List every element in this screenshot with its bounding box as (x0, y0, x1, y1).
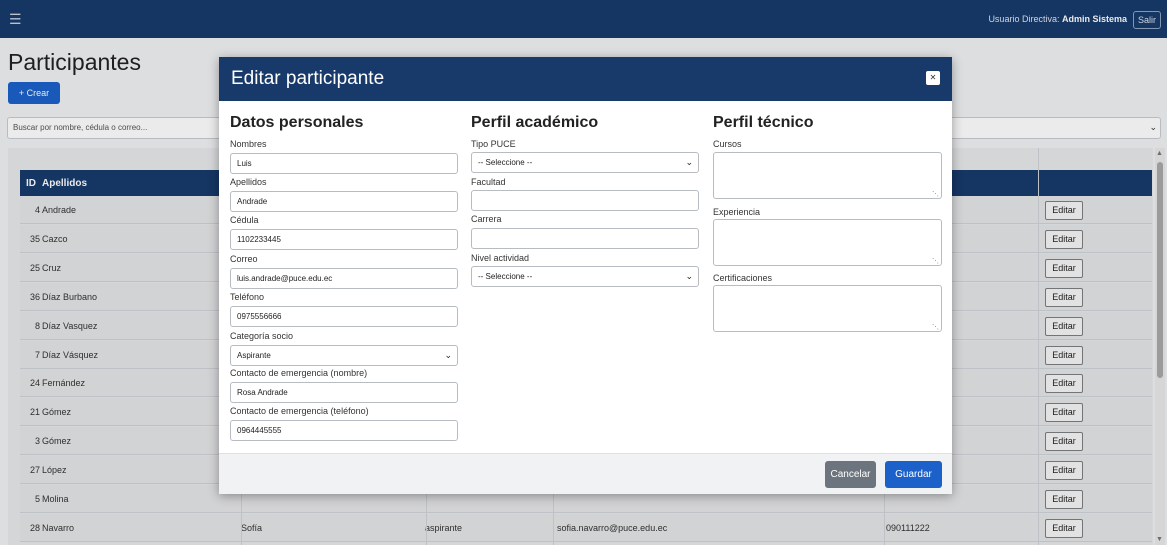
apellidos-label: Apellidos (230, 177, 267, 187)
edit-participant-modal: Editar participante ✕ Datos personales N… (219, 57, 952, 494)
facultad-label: Facultad (471, 177, 506, 187)
certificaciones-textarea[interactable]: ⋱ (713, 285, 942, 332)
categoria-value: Aspirante (237, 351, 271, 360)
modal-header: Editar participante ✕ (219, 57, 952, 101)
close-icon[interactable]: ✕ (926, 71, 940, 85)
tipo-puce-select[interactable]: -- Seleccione -- ⌄ (471, 152, 699, 173)
tipo-puce-value: -- Seleccione -- (478, 158, 533, 167)
section-technical-title: Perfil técnico (713, 114, 814, 131)
emergency-name-label: Contacto de emergencia (nombre) (230, 368, 368, 378)
telefono-label: Teléfono (230, 292, 265, 302)
resize-grip-icon[interactable]: ⋱ (932, 323, 939, 331)
chevron-down-icon: ⌄ (444, 350, 452, 360)
emergency-name-field[interactable]: Rosa Andrade (230, 382, 458, 403)
nombres-field[interactable]: Luis (230, 153, 458, 174)
facultad-field[interactable] (471, 190, 699, 211)
section-personal-title: Datos personales (230, 114, 364, 131)
resize-grip-icon[interactable]: ⋱ (932, 257, 939, 265)
correo-label: Correo (230, 254, 258, 264)
nombres-label: Nombres (230, 139, 267, 149)
experiencia-textarea[interactable]: ⋱ (713, 219, 942, 266)
emergency-phone-label: Contacto de emergencia (teléfono) (230, 406, 369, 416)
tipo-puce-label: Tipo PUCE (471, 139, 516, 149)
carrera-label: Carrera (471, 214, 502, 224)
cursos-label: Cursos (713, 139, 742, 149)
experiencia-label: Experiencia (713, 207, 761, 217)
resize-grip-icon[interactable]: ⋱ (932, 190, 939, 198)
correo-field[interactable]: luis.andrade@puce.edu.ec (230, 268, 458, 289)
chevron-down-icon: ⌄ (685, 157, 693, 167)
categoria-label: Categoría socio (230, 331, 294, 341)
certificaciones-label: Certificaciones (713, 273, 773, 283)
telefono-field[interactable]: 0975556666 (230, 306, 458, 327)
apellidos-field[interactable]: Andrade (230, 191, 458, 212)
section-academic-title: Perfil académico (471, 114, 599, 131)
chevron-down-icon: ⌄ (685, 271, 693, 281)
modal-title: Editar participante (231, 68, 385, 89)
carrera-field[interactable] (471, 228, 699, 249)
emergency-phone-field[interactable]: 0964445555 (230, 420, 458, 441)
cedula-label: Cédula (230, 215, 259, 225)
categoria-select[interactable]: Aspirante ⌄ (230, 345, 458, 366)
cancel-button[interactable]: Cancelar (825, 461, 876, 488)
nivel-actividad-label: Nivel actividad (471, 253, 530, 263)
nivel-actividad-value: -- Seleccione -- (478, 272, 533, 281)
cedula-field[interactable]: 1102233445 (230, 229, 458, 250)
cursos-textarea[interactable]: ⋱ (713, 152, 942, 199)
nivel-actividad-select[interactable]: -- Seleccione -- ⌄ (471, 266, 699, 287)
save-button[interactable]: Guardar (885, 461, 942, 488)
